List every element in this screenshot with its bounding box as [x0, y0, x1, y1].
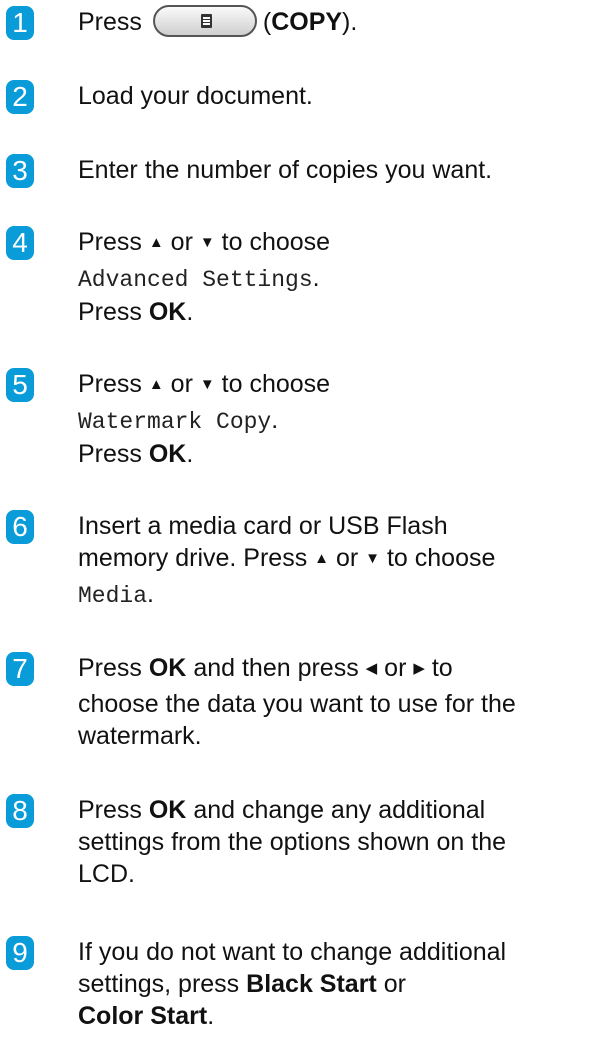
up-arrow-icon: ▲	[148, 234, 164, 251]
left-arrow-icon: ◀	[365, 660, 378, 677]
step-number-5: 5	[6, 368, 34, 402]
step-3-text: Enter the number of copies you want.	[78, 156, 493, 184]
step-number-7: 7	[6, 652, 34, 686]
menu-option: Watermark Copy	[78, 409, 272, 435]
down-arrow-icon: ▼	[365, 550, 381, 567]
step-1-text: Press (COPY).	[78, 5, 608, 39]
step-7-text: Press OK and then press ◀ or ▶ to choose…	[78, 654, 516, 750]
up-arrow-icon: ▲	[314, 550, 330, 567]
step-number-8: 8	[6, 794, 34, 828]
color-start-label: Color Start	[78, 1002, 208, 1030]
menu-option: Media	[78, 583, 148, 609]
ok-label: OK	[148, 654, 187, 682]
menu-option: Advanced Settings	[78, 267, 313, 293]
step-number-3: 3	[6, 154, 34, 188]
ok-label: OK	[148, 440, 187, 468]
down-arrow-icon: ▼	[199, 234, 215, 251]
step-number-4: 4	[6, 226, 34, 260]
step-4-text: Press ▲ or ▼ to choose Advanced Settings…	[78, 228, 331, 326]
step-6-text: Insert a media card or USB Flash memory …	[78, 512, 496, 609]
copy-label: COPY	[271, 8, 343, 36]
up-arrow-icon: ▲	[148, 376, 164, 393]
black-start-label: Black Start	[246, 970, 377, 998]
step-8-text: Press OK and change any additional setti…	[78, 796, 507, 888]
step-number-1: 1	[6, 6, 34, 40]
step-5-text: Press ▲ or ▼ to choose Watermark Copy. P…	[78, 370, 331, 468]
step-number-6: 6	[6, 510, 34, 544]
step-2-text: Load your document.	[78, 82, 313, 110]
copy-button[interactable]	[152, 5, 257, 38]
step-number-9: 9	[6, 936, 34, 970]
ok-label: OK	[148, 298, 187, 326]
right-arrow-icon: ▶	[413, 660, 425, 677]
step-number-2: 2	[6, 80, 34, 114]
down-arrow-icon: ▼	[199, 376, 215, 393]
copy-document-icon	[200, 14, 212, 29]
ok-label: OK	[148, 796, 187, 824]
step-9-text: If you do not want to change additional …	[78, 938, 507, 1030]
